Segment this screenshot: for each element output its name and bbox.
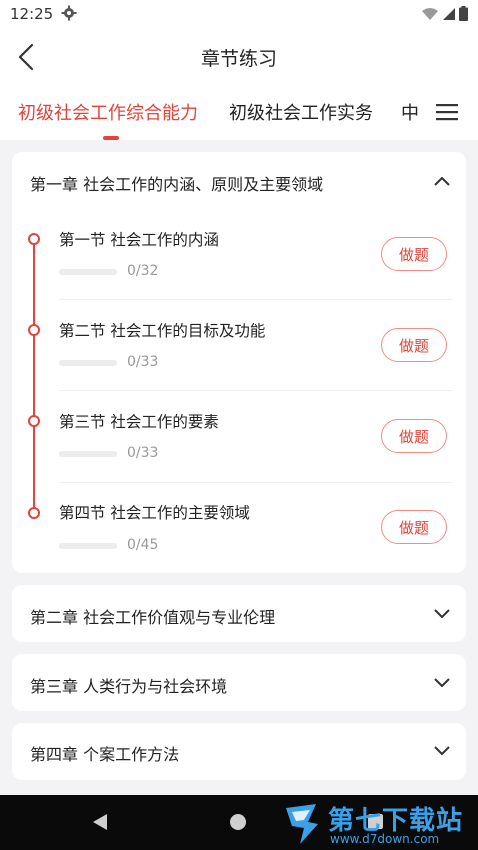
tab-active-indicator (103, 136, 119, 140)
chapter-title: 第三章 人类行为与社会环境 (30, 677, 228, 696)
chevron-down-icon[interactable] (434, 609, 450, 619)
timeline-node (28, 415, 40, 427)
chapter-title[interactable]: 第一章 社会工作的内涵、原则及主要领域 (30, 171, 323, 195)
app-header: 章节练习 (0, 30, 478, 85)
chapter-card-expanded: 第一章 社会工作的内涵、原则及主要领域 第一节 社会工作的内涵 0/32 做题 … (12, 152, 466, 573)
practice-button[interactable]: 做题 (381, 328, 447, 362)
timeline-node (28, 507, 40, 519)
status-icons (421, 6, 468, 21)
tab-practice[interactable]: 初级社会工作实务 (229, 99, 373, 125)
gear-icon (61, 5, 77, 21)
nav-back-icon[interactable] (92, 813, 108, 831)
watermark: 第七下载站 www.d7down.com (282, 798, 478, 850)
progress-count: 0/45 (127, 537, 159, 553)
progress-bar (59, 451, 117, 457)
progress-count: 0/32 (127, 263, 159, 279)
wifi-icon (422, 7, 438, 20)
timeline-node (28, 233, 40, 245)
chapter-title: 第四章 个案工作方法 (30, 745, 180, 764)
practice-button[interactable]: 做题 (381, 237, 447, 271)
section-title: 第二节 社会工作的目标及功能 (59, 322, 266, 340)
tab-intermediate[interactable]: 中 (401, 99, 419, 125)
menu-icon[interactable] (436, 103, 458, 121)
progress-bar (59, 269, 117, 275)
chapter-card-collapsed[interactable]: 第三章 人类行为与社会环境 (12, 654, 466, 711)
progress-count: 0/33 (127, 445, 159, 461)
tab-comprehensive-ability[interactable]: 初级社会工作综合能力 (18, 99, 198, 125)
status-time: 12:25 (10, 5, 54, 23)
timeline-node (28, 324, 40, 336)
nav-home-icon[interactable] (230, 814, 246, 830)
page-title: 章节练习 (200, 48, 277, 70)
watermark-url: www.d7down.com (330, 832, 440, 846)
watermark-logo-icon (286, 804, 318, 844)
section-divider (59, 299, 452, 300)
chevron-down-icon[interactable] (434, 678, 450, 688)
progress-bar (59, 543, 117, 549)
chevron-down-icon[interactable] (434, 746, 450, 756)
section-divider (59, 482, 452, 483)
practice-button[interactable]: 做题 (381, 419, 447, 453)
status-bar: 12:25 (0, 0, 478, 30)
chevron-up-icon[interactable] (434, 176, 450, 186)
progress-bar (59, 360, 117, 366)
chapter-card-collapsed[interactable]: 第二章 社会工作价值观与专业伦理 (12, 585, 466, 642)
section-title: 第三节 社会工作的要素 (59, 413, 219, 431)
battery-icon (459, 6, 468, 21)
chapter-card-collapsed[interactable]: 第四章 个案工作方法 (12, 723, 466, 780)
timeline-line (33, 240, 35, 514)
practice-button[interactable]: 做题 (381, 510, 447, 544)
section-title: 第一节 社会工作的内涵 (59, 231, 219, 249)
subject-tabs: 初级社会工作综合能力 初级社会工作实务 中 (0, 85, 478, 140)
progress-count: 0/33 (127, 354, 159, 370)
signal-icon (443, 7, 455, 20)
chapter-title: 第二章 社会工作价值观与专业伦理 (30, 608, 276, 627)
section-divider (59, 390, 452, 391)
section-title: 第四节 社会工作的主要领域 (59, 504, 250, 522)
